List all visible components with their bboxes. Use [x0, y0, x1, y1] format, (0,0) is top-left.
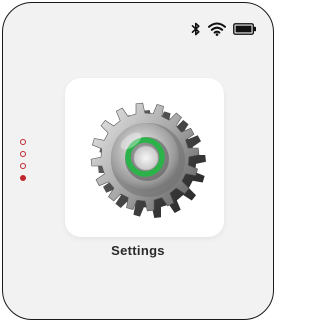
page-dot[interactable]	[20, 151, 26, 157]
settings-app-tile[interactable]	[65, 78, 224, 237]
page-dot-active[interactable]	[20, 175, 26, 181]
page-dot[interactable]	[20, 163, 26, 169]
page-indicator	[20, 139, 26, 181]
battery-icon	[233, 23, 257, 35]
status-bar	[191, 22, 257, 36]
wifi-icon	[208, 22, 226, 36]
bluetooth-icon	[191, 22, 201, 36]
page-dot[interactable]	[20, 139, 26, 145]
gear-icon	[90, 102, 206, 218]
app-label: Settings	[111, 243, 165, 258]
device-screen: Settings	[2, 2, 274, 320]
